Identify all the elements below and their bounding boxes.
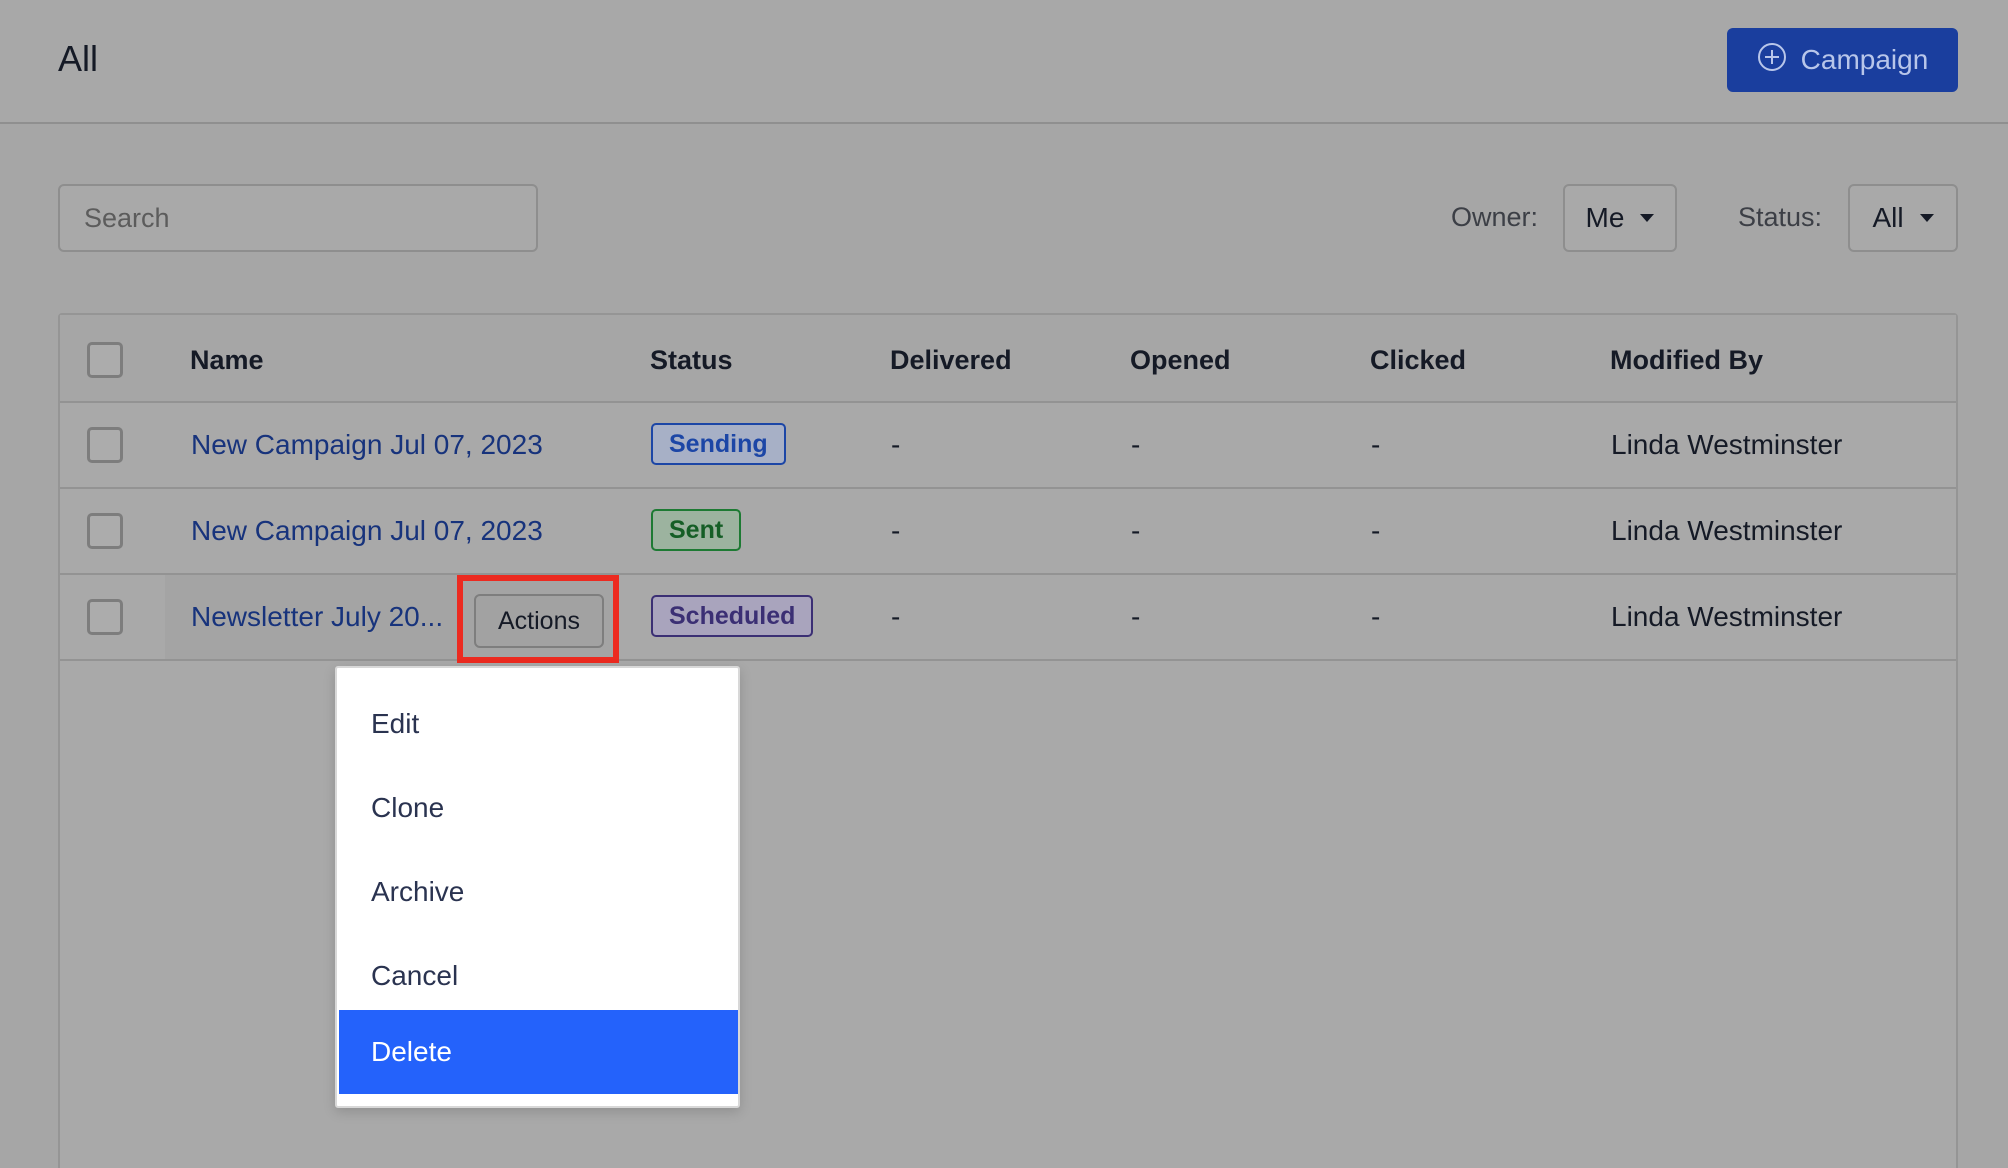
opened-value: - <box>1131 429 1141 460</box>
column-header-modified-by[interactable]: Modified By <box>1610 345 1763 376</box>
row-checkbox[interactable] <box>87 599 123 635</box>
status-badge: Sent <box>651 509 742 551</box>
column-header-status[interactable]: Status <box>650 345 733 376</box>
status-badge: Sending <box>651 423 786 465</box>
row-checkbox[interactable] <box>87 427 123 463</box>
clicked-value: - <box>1371 515 1381 546</box>
owner-dropdown-value: Me <box>1585 202 1625 233</box>
campaign-name-link[interactable]: New Campaign Jul 07, 2023 <box>191 429 543 461</box>
opened-value: - <box>1131 601 1141 632</box>
column-header-opened[interactable]: Opened <box>1130 345 1231 376</box>
owner-filter-label: Owner: <box>1451 202 1539 232</box>
row-actions-button[interactable]: Actions <box>474 594 604 648</box>
top-bar: All Campaign <box>0 0 2008 124</box>
delivered-value: - <box>891 429 901 460</box>
delivered-value: - <box>891 601 901 632</box>
status-filter-label: Status: <box>1738 202 1823 232</box>
clicked-value: - <box>1371 601 1381 632</box>
menu-item-archive[interactable]: Archive <box>339 850 738 934</box>
campaign-name-link[interactable]: Newsletter July 20... <box>191 601 443 633</box>
plus-circle-icon <box>1757 42 1787 79</box>
chevron-down-icon <box>1919 214 1934 222</box>
menu-item-edit[interactable]: Edit <box>339 682 738 766</box>
campaign-name-link[interactable]: New Campaign Jul 07, 2023 <box>191 515 543 547</box>
menu-item-cancel[interactable]: Cancel <box>339 934 738 1018</box>
column-header-clicked[interactable]: Clicked <box>1370 345 1466 376</box>
modified-by-value: Linda Westminster <box>1611 601 1843 632</box>
status-badge: Scheduled <box>651 595 814 637</box>
search-input[interactable] <box>58 184 538 252</box>
owner-dropdown[interactable]: Me <box>1563 184 1677 252</box>
table-row: New Campaign Jul 07, 2023 Sending - - - … <box>60 403 1956 489</box>
select-all-checkbox[interactable] <box>87 342 123 378</box>
opened-value: - <box>1131 515 1141 546</box>
new-campaign-label: Campaign <box>1800 44 1929 75</box>
page-title: All <box>58 38 99 79</box>
column-header-delivered[interactable]: Delivered <box>890 345 1012 376</box>
new-campaign-button[interactable]: Campaign <box>1727 28 1958 92</box>
actions-menu: Edit Clone Archive Cancel Delete <box>335 666 740 1108</box>
modified-by-value: Linda Westminster <box>1611 515 1843 546</box>
delivered-value: - <box>891 515 901 546</box>
chevron-down-icon <box>1640 214 1655 222</box>
status-dropdown[interactable]: All <box>1848 184 1958 252</box>
status-dropdown-value: All <box>1872 202 1904 233</box>
table-row: New Campaign Jul 07, 2023 Sent - - - Lin… <box>60 489 1956 575</box>
table-header: Name Status Delivered Opened Clicked Mod… <box>60 315 1956 403</box>
column-header-name[interactable]: Name <box>190 345 264 376</box>
modified-by-value: Linda Westminster <box>1611 429 1843 460</box>
menu-item-delete[interactable]: Delete <box>339 1010 738 1094</box>
menu-item-clone[interactable]: Clone <box>339 766 738 850</box>
row-checkbox[interactable] <box>87 513 123 549</box>
clicked-value: - <box>1371 429 1381 460</box>
table-row: Newsletter July 20... Scheduled - - - Li… <box>60 575 1956 661</box>
